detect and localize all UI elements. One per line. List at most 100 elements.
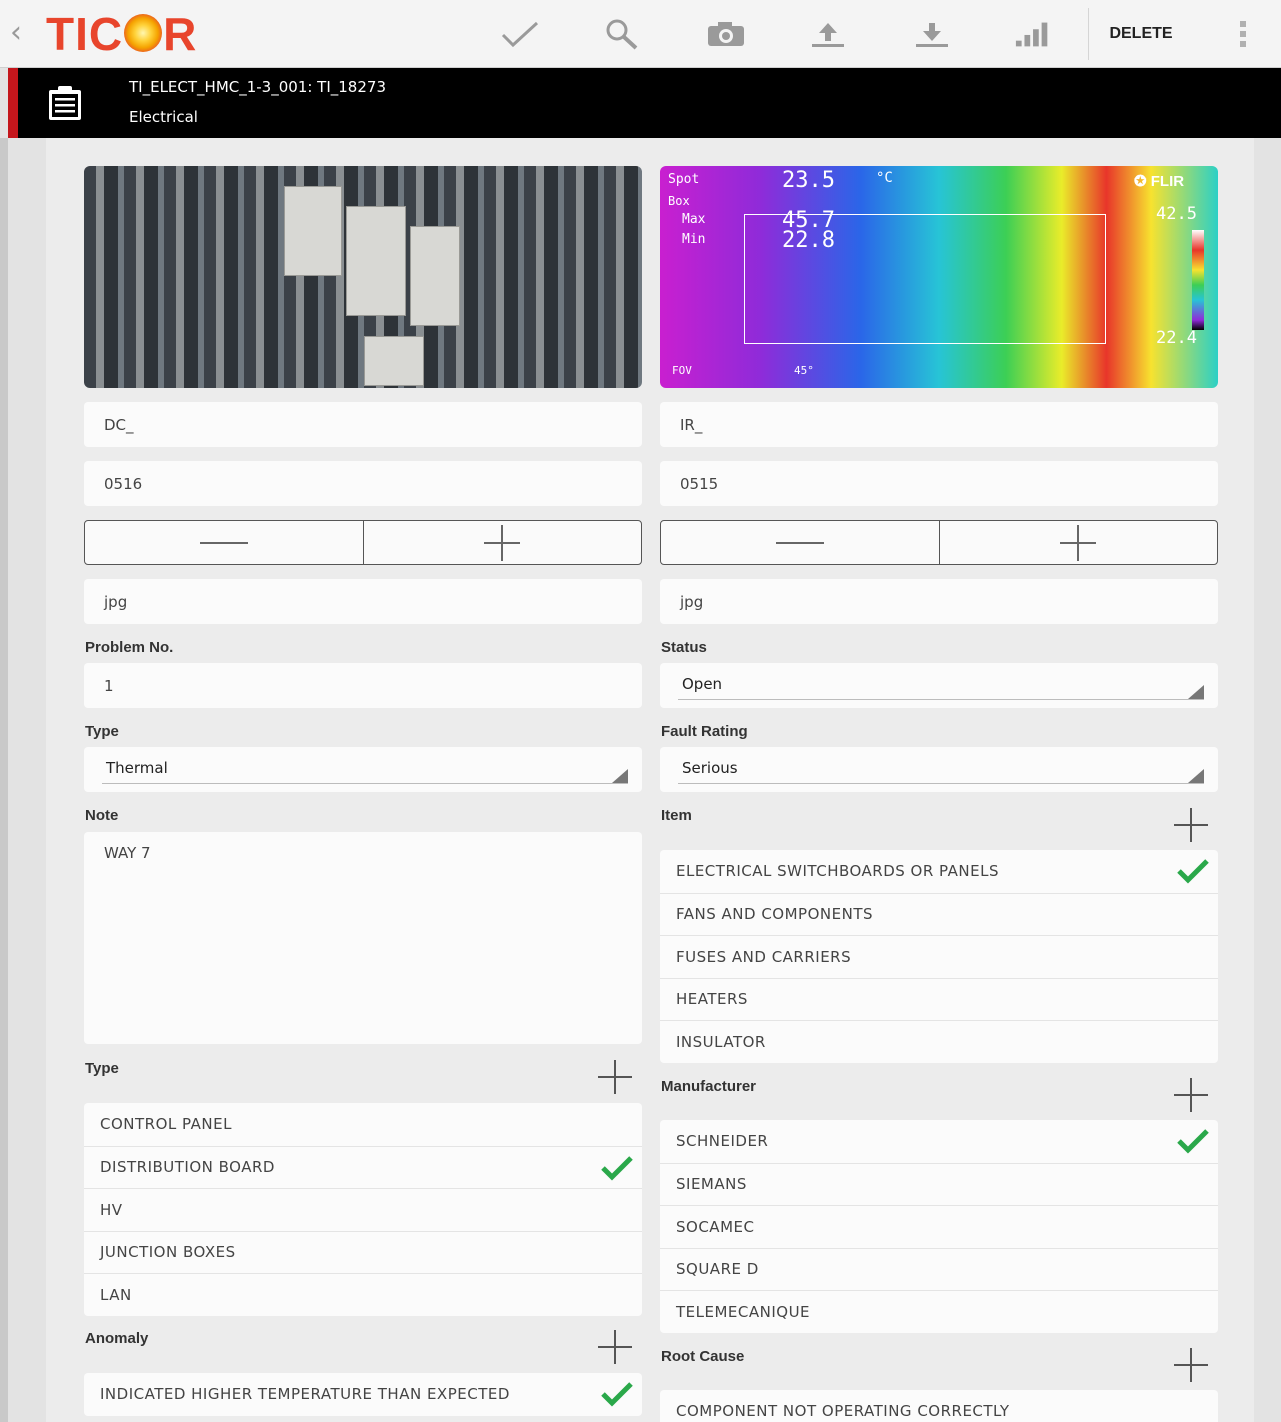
note-label: Note <box>85 807 119 824</box>
list-item-label: INSULATOR <box>676 1032 766 1051</box>
list-item-label: CONTROL PANEL <box>100 1115 232 1134</box>
chevron-left-icon[interactable]: ‹ <box>10 18 22 48</box>
clipboard-icon <box>46 86 84 126</box>
list-item-label: HV <box>100 1200 123 1219</box>
top-toolbar: ‹ TIC R DELETE <box>0 0 1281 68</box>
checkmark-icon <box>601 1382 633 1407</box>
type-list: CONTROL PANEL DISTRIBUTION BOARD HV JUNCTIO… <box>84 1103 642 1316</box>
breaker-block <box>410 226 460 326</box>
upload-icon[interactable] <box>808 17 848 51</box>
breaker-block <box>346 206 406 316</box>
ir-fov-value: 45° <box>794 364 814 377</box>
ir-scale-max: 42.5 <box>1156 204 1197 224</box>
toolbar-divider <box>1088 8 1089 60</box>
select-underline <box>678 783 1204 784</box>
list-item[interactable]: JUNCTION BOXES <box>84 1230 642 1274</box>
record-header: TI_ELECT_HMC_1-3_001: TI_18273 Electrica… <box>8 68 1281 138</box>
digital-photo[interactable] <box>84 166 642 388</box>
status-select[interactable]: Open <box>660 663 1218 708</box>
item-list: ELECTRICAL SWITCHBOARDS OR PANELS FANS AN… <box>660 850 1218 1063</box>
problem-no-field[interactable]: 1 <box>84 663 642 708</box>
checkmark-icon <box>601 1155 633 1181</box>
list-item[interactable]: DISTRIBUTION BOARD <box>84 1145 642 1189</box>
list-item[interactable]: ELECTRICAL SWITCHBOARDS OR PANELS <box>660 850 1218 893</box>
ir-fov-label: FOV <box>672 364 692 377</box>
plus-icon <box>1060 524 1097 561</box>
list-item-label: TELEMECANIQUE <box>676 1302 811 1321</box>
list-item[interactable]: COMPONENT NOT OPERATING CORRECTLY <box>660 1390 1218 1422</box>
checkmark-icon[interactable] <box>500 17 540 51</box>
record-title: TI_ELECT_HMC_1-3_001: TI_18273 <box>129 78 386 96</box>
ir-spot-value: 23.5 <box>782 168 835 193</box>
dc-prefix-field[interactable]: DC_ <box>84 402 642 447</box>
list-item[interactable]: FUSES AND CARRIERS <box>660 935 1218 978</box>
select-underline <box>678 699 1204 700</box>
note-textarea[interactable]: WAY 7 <box>84 832 642 1044</box>
item-label: Item <box>661 807 692 824</box>
add-root-cause-plus-icon[interactable] <box>1172 1346 1210 1384</box>
list-item-label: COMPONENT NOT OPERATING CORRECTLY <box>676 1402 1010 1421</box>
select-underline <box>102 783 628 784</box>
list-item[interactable]: SIEMANS <box>660 1162 1218 1206</box>
thermal-image[interactable]: Spot 23.5 °C Box Max 45.7 Min 22.8 ✪ FLI… <box>660 166 1218 388</box>
list-item[interactable]: LAN <box>84 1273 642 1316</box>
download-icon[interactable] <box>912 17 952 51</box>
type-select[interactable]: Thermal <box>84 747 642 792</box>
list-item[interactable]: TELEMECANIQUE <box>660 1290 1218 1333</box>
decrement-button[interactable] <box>661 521 939 564</box>
decrement-button[interactable] <box>85 521 363 564</box>
list-item-label: FUSES AND CARRIERS <box>676 947 852 966</box>
list-item-label: JUNCTION BOXES <box>100 1243 236 1262</box>
breaker-block <box>284 186 342 276</box>
ir-extension-field[interactable]: jpg <box>660 579 1218 624</box>
minus-icon <box>775 541 824 544</box>
manufacturer-label: Manufacturer <box>661 1078 757 1095</box>
increment-button[interactable] <box>362 521 642 564</box>
list-item[interactable]: INDICATED HIGHER TEMPERATURE THAN EXPECT… <box>84 1373 642 1416</box>
list-item[interactable]: SQUARE D <box>660 1247 1218 1291</box>
flir-logo: ✪ FLIR <box>1134 173 1185 190</box>
list-item-label: SOCAMEC <box>676 1217 755 1236</box>
add-type-plus-icon[interactable] <box>596 1058 634 1096</box>
list-item-label: SQUARE D <box>676 1260 759 1279</box>
list-item[interactable]: FANS AND COMPONENTS <box>660 892 1218 936</box>
list-item[interactable]: CONTROL PANEL <box>84 1103 642 1146</box>
ir-scale-min: 22.4 <box>1156 328 1197 348</box>
ir-unit: °C <box>876 170 893 186</box>
ir-max-label: Max <box>682 212 706 227</box>
list-item[interactable]: HV <box>84 1188 642 1231</box>
signal-bars-icon[interactable] <box>1014 17 1054 51</box>
dc-extension-field[interactable]: jpg <box>84 579 642 624</box>
status-label: Status <box>661 639 707 656</box>
add-manufacturer-plus-icon[interactable] <box>1172 1076 1210 1114</box>
add-item-plus-icon[interactable] <box>1172 806 1210 844</box>
checkmark-icon <box>1177 859 1209 884</box>
list-item-label: INDICATED HIGHER TEMPERATURE THAN EXPECT… <box>100 1385 510 1404</box>
list-item[interactable]: HEATERS <box>660 977 1218 1021</box>
delete-button[interactable]: DELETE <box>1094 18 1188 50</box>
anomaly-list: INDICATED HIGHER TEMPERATURE THAN EXPECT… <box>84 1373 642 1416</box>
manufacturer-list: SCHNEIDER SIEMANS SOCAMEC SQUARE D TELEMECAN… <box>660 1120 1218 1333</box>
search-icon[interactable] <box>602 17 642 51</box>
type-select-value: Thermal <box>106 759 168 777</box>
ir-box-label: Box <box>668 194 690 208</box>
list-item[interactable]: SCHNEIDER <box>660 1120 1218 1163</box>
fault-rating-select[interactable]: Serious <box>660 747 1218 792</box>
dc-number-field[interactable]: 0516 <box>84 461 642 506</box>
ir-number-field[interactable]: 0515 <box>660 461 1218 506</box>
add-anomaly-plus-icon[interactable] <box>596 1328 634 1366</box>
more-vert-icon[interactable] <box>1232 18 1254 50</box>
fault-rating-label: Fault Rating <box>661 723 748 740</box>
record-category: Electrical <box>129 108 198 126</box>
list-item-label: LAN <box>100 1285 132 1304</box>
increment-button[interactable] <box>938 521 1218 564</box>
list-item[interactable]: SOCAMEC <box>660 1205 1218 1248</box>
list-item-label: ELECTRICAL SWITCHBOARDS OR PANELS <box>676 862 999 881</box>
ir-measure-box <box>744 214 1106 344</box>
logo-sun-mark <box>124 14 163 52</box>
camera-icon[interactable] <box>706 17 746 51</box>
ticor-logo: TIC R <box>46 8 198 60</box>
ir-prefix-field[interactable]: IR_ <box>660 402 1218 447</box>
root-cause-list: COMPONENT NOT OPERATING CORRECTLY <box>660 1390 1218 1422</box>
list-item[interactable]: INSULATOR <box>660 1020 1218 1063</box>
